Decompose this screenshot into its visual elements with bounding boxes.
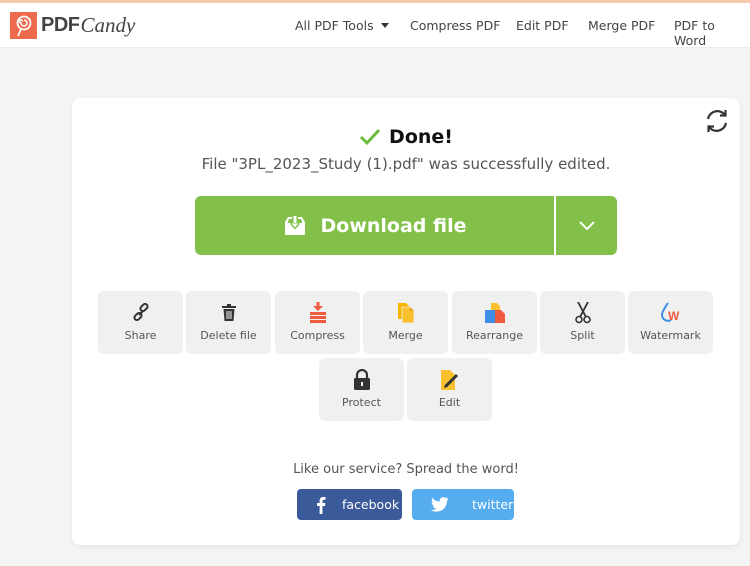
edit-icon xyxy=(440,369,460,391)
logo-text-candy: Candy xyxy=(80,13,136,37)
done-title: Done! xyxy=(389,126,453,148)
watermark-icon: W xyxy=(660,302,682,324)
tool-delete-file[interactable]: Delete file xyxy=(186,291,271,354)
facebook-share-button[interactable]: facebook xyxy=(297,489,402,520)
tool-share[interactable]: Share xyxy=(98,291,183,354)
caret-down-icon xyxy=(380,23,389,28)
merge-icon xyxy=(397,302,415,324)
nav-label: Merge PDF xyxy=(588,18,656,33)
facebook-label: facebook xyxy=(342,497,400,512)
tool-label: Rearrange xyxy=(466,329,523,342)
done-heading: Done! xyxy=(72,126,740,148)
nav-label: All PDF Tools xyxy=(295,18,374,33)
tool-label: Compress xyxy=(290,329,345,342)
scissors-icon xyxy=(574,302,591,324)
tool-label: Merge xyxy=(388,329,423,342)
nav-merge-pdf[interactable]: Merge PDF xyxy=(588,18,655,33)
twitter-label: twitter xyxy=(472,497,514,512)
success-message: File "3PL_2023_Study (1).pdf" was succes… xyxy=(201,155,611,173)
chevron-down-icon xyxy=(578,220,595,230)
tool-label: Delete file xyxy=(200,329,257,342)
tool-compress[interactable]: Compress xyxy=(275,291,360,354)
tool-watermark[interactable]: W Watermark xyxy=(628,291,713,354)
trash-icon xyxy=(221,302,237,324)
nav-label: Compress PDF xyxy=(410,18,501,33)
nav-compress-pdf[interactable]: Compress PDF xyxy=(410,18,500,33)
tool-merge[interactable]: Merge xyxy=(363,291,448,354)
svg-text:W: W xyxy=(668,309,680,323)
twitter-share-button[interactable]: twitter xyxy=(412,489,514,520)
rearrange-icon xyxy=(484,302,506,324)
checkmark-icon xyxy=(359,128,381,146)
nav-all-pdf-tools[interactable]: All PDF Tools xyxy=(295,18,389,33)
site-header: PDF Candy All PDF Tools Compress PDF Edi… xyxy=(0,3,750,48)
tool-protect[interactable]: Protect xyxy=(319,358,404,421)
share-prompt: Like our service? Spread the word! xyxy=(293,462,519,477)
result-card: Done! File "3PL_2023_Study (1).pdf" was … xyxy=(72,98,740,545)
lock-icon xyxy=(353,369,371,391)
tool-label: Share xyxy=(124,329,157,342)
download-tray-icon xyxy=(284,215,305,235)
nav-label: PDF to Word xyxy=(674,18,715,48)
tool-label: Split xyxy=(570,329,595,342)
tool-label: Watermark xyxy=(640,329,701,342)
nav-label: Edit PDF xyxy=(516,18,569,33)
lollipop-icon xyxy=(10,12,37,39)
nav-pdf-to-word[interactable]: PDF to Word xyxy=(674,18,750,48)
tool-rearrange[interactable]: Rearrange xyxy=(452,291,537,354)
link-icon xyxy=(131,302,151,324)
compress-icon xyxy=(309,302,327,324)
tool-label: Edit xyxy=(438,396,461,409)
tool-split[interactable]: Split xyxy=(540,291,625,354)
twitter-icon xyxy=(430,496,449,512)
facebook-icon xyxy=(317,496,326,514)
download-file-button[interactable]: Download file xyxy=(195,196,554,255)
nav-edit-pdf[interactable]: Edit PDF xyxy=(516,18,569,33)
download-label: Download file xyxy=(320,214,467,237)
download-options-button[interactable] xyxy=(556,196,617,255)
tool-label: Protect xyxy=(342,396,381,409)
logo-text-pdf: PDF xyxy=(41,14,80,36)
tool-edit[interactable]: Edit xyxy=(407,358,492,421)
pdfcandy-logo[interactable]: PDF Candy xyxy=(10,12,135,39)
